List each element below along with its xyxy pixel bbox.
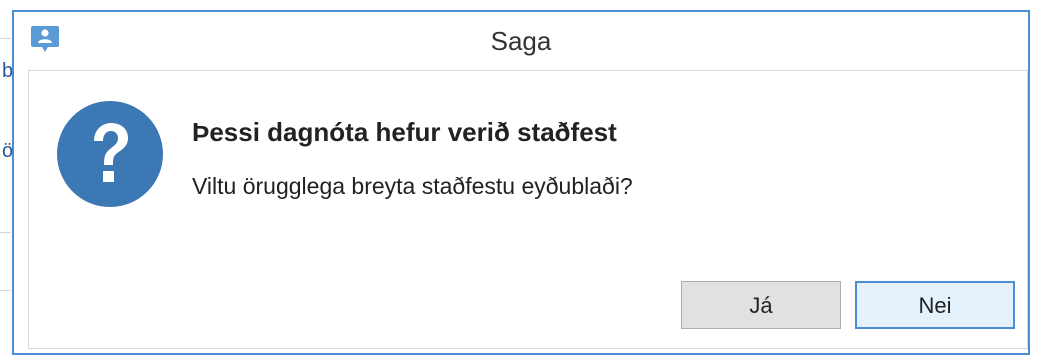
background-divider (0, 290, 11, 291)
no-button[interactable]: Nei (855, 281, 1015, 329)
dialog-title: Saga (490, 26, 552, 56)
dialog-heading: Þessi dagnóta hefur verið staðfest (192, 117, 617, 147)
background-divider (0, 38, 11, 39)
dialog-message: Viltu örugglega breyta staðfestu eyðubla… (192, 173, 633, 199)
background-divider (0, 232, 11, 233)
yes-button[interactable]: Já (681, 281, 841, 329)
dialog-titlebar[interactable]: Saga (14, 12, 1028, 70)
confirm-dialog: Saga Þessi dagnóta hefur verið staðfest … (12, 10, 1030, 355)
question-icon (57, 101, 163, 207)
dialog-content: Þessi dagnóta hefur verið staðfest Viltu… (28, 70, 1028, 349)
